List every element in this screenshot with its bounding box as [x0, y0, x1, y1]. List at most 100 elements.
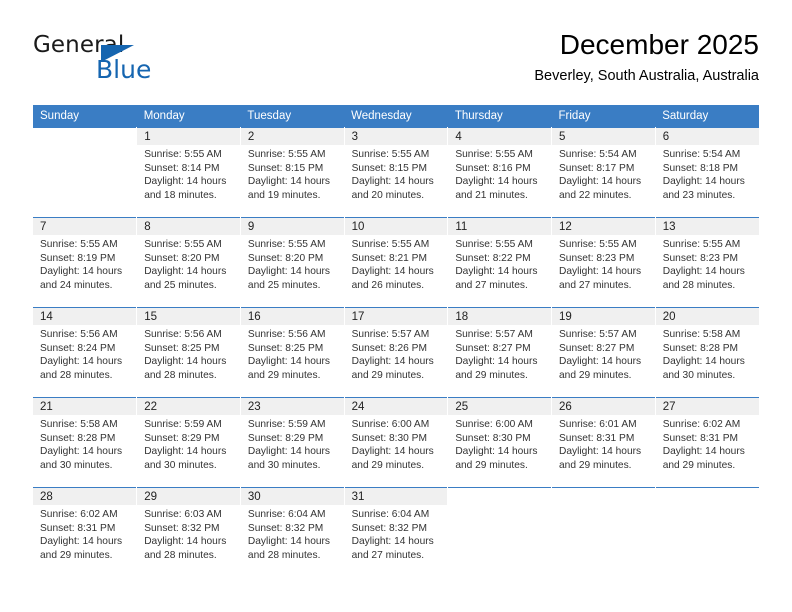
- day-cell-inner: 18 Sunrise: 5:57 AM Sunset: 8:27 PM Dayligh…: [448, 308, 552, 397]
- daylight-duration-line1: Daylight: 14 hours: [351, 536, 434, 548]
- daylight-duration-line2: and 22 minutes.: [559, 189, 632, 201]
- daylight-duration-line1: Daylight: 14 hours: [144, 266, 227, 278]
- calendar-day-cell[interactable]: 1 Sunrise: 5:55 AM Sunset: 8:14 PM Daylight…: [136, 127, 241, 218]
- calendar-day-cell[interactable]: 15 Sunrise: 5:56 AM Sunset: 8:25 PM Dayligh…: [136, 307, 241, 398]
- sunrise-time: Sunrise: 5:55 AM: [144, 149, 222, 160]
- calendar-day-cell[interactable]: 12 Sunrise: 5:55 AM Sunset: 8:23 PM Dayligh…: [551, 217, 656, 308]
- day-cell-inner: 11 Sunrise: 5:55 AM Sunset: 8:22 PM Dayligh…: [448, 218, 552, 307]
- day-cell-inner: 16 Sunrise: 5:56 AM Sunset: 8:25 PM Dayligh…: [240, 308, 344, 397]
- day-number: 31: [344, 488, 448, 505]
- day-details: [33, 145, 136, 148]
- sunrise-time: Sunrise: 5:55 AM: [247, 239, 326, 250]
- calendar-day-cell[interactable]: 20 Sunrise: 5:58 AM Sunset: 8:28 PM Dayligh…: [655, 307, 759, 398]
- day-number: 7: [33, 218, 137, 235]
- sunset-time: Sunset: 8:26 PM: [351, 342, 427, 354]
- day-cell-inner: [655, 488, 759, 577]
- calendar-day-cell[interactable]: 24 Sunrise: 6:00 AM Sunset: 8:30 PM Dayligh…: [344, 397, 449, 488]
- daylight-duration-line1: Daylight: 14 hours: [144, 356, 227, 368]
- day-number: 10: [344, 218, 448, 235]
- daylight-duration-line1: Daylight: 14 hours: [351, 176, 434, 188]
- weekday-header-sunday: Sunday: [33, 105, 137, 128]
- calendar-day-cell[interactable]: 31 Sunrise: 6:04 AM Sunset: 8:32 PM Dayligh…: [344, 487, 449, 577]
- daylight-duration-line2: and 30 minutes.: [662, 369, 736, 381]
- calendar-day-cell-empty: [655, 487, 759, 577]
- day-details: [656, 505, 759, 508]
- calendar-day-cell[interactable]: 13 Sunrise: 5:55 AM Sunset: 8:23 PM Dayligh…: [655, 217, 759, 308]
- sunset-time: Sunset: 8:23 PM: [559, 252, 635, 264]
- day-details: Sunrise: 5:56 AM Sunset: 8:25 PM Daylight:…: [241, 325, 344, 382]
- general-blue-logo[interactable]: General Blue: [33, 32, 333, 88]
- calendar-day-cell[interactable]: 10 Sunrise: 5:55 AM Sunset: 8:21 PM Dayligh…: [344, 217, 449, 308]
- calendar-day-cell[interactable]: 28 Sunrise: 6:02 AM Sunset: 8:31 PM Dayligh…: [33, 487, 138, 577]
- daylight-duration-line2: and 25 minutes.: [247, 279, 321, 291]
- calendar-day-cell[interactable]: 19 Sunrise: 5:57 AM Sunset: 8:27 PM Dayligh…: [551, 307, 656, 398]
- calendar-body: 1 Sunrise: 5:55 AM Sunset: 8:14 PM Daylight…: [33, 127, 759, 577]
- calendar-day-cell[interactable]: 16 Sunrise: 5:56 AM Sunset: 8:25 PM Dayligh…: [240, 307, 345, 398]
- calendar-day-cell[interactable]: 21 Sunrise: 5:58 AM Sunset: 8:28 PM Dayligh…: [33, 397, 138, 488]
- calendar-day-cell[interactable]: 18 Sunrise: 5:57 AM Sunset: 8:27 PM Dayligh…: [447, 307, 553, 398]
- calendar-day-cell[interactable]: 30 Sunrise: 6:04 AM Sunset: 8:32 PM Dayligh…: [240, 487, 345, 577]
- daylight-duration-line1: Daylight: 14 hours: [455, 266, 538, 278]
- day-number: 15: [137, 308, 240, 325]
- calendar-day-cell[interactable]: 3 Sunrise: 5:55 AM Sunset: 8:15 PM Daylight…: [344, 127, 449, 218]
- day-number: 25: [448, 398, 552, 415]
- daylight-duration-line2: and 18 minutes.: [144, 189, 217, 201]
- daylight-duration-line1: Daylight: 14 hours: [40, 356, 123, 368]
- calendar-grid: Sunday Monday Tuesday Wednesday Thursday…: [33, 105, 759, 577]
- day-number: 27: [655, 398, 759, 415]
- sunset-time: Sunset: 8:14 PM: [144, 162, 220, 174]
- day-cell-inner: 12 Sunrise: 5:55 AM Sunset: 8:23 PM Dayligh…: [552, 218, 655, 307]
- daylight-duration-line1: Daylight: 14 hours: [455, 356, 538, 368]
- sunrise-time: Sunrise: 5:55 AM: [40, 239, 118, 250]
- sunrise-time: Sunrise: 5:59 AM: [247, 419, 326, 430]
- day-number: [552, 488, 655, 505]
- calendar-day-cell[interactable]: 17 Sunrise: 5:57 AM Sunset: 8:26 PM Dayligh…: [344, 307, 449, 398]
- calendar-day-cell[interactable]: 26 Sunrise: 6:01 AM Sunset: 8:31 PM Dayligh…: [551, 397, 656, 488]
- day-number: 30: [240, 488, 344, 505]
- calendar-day-cell[interactable]: 4 Sunrise: 5:55 AM Sunset: 8:16 PM Daylight…: [447, 127, 553, 218]
- sunrise-time: Sunrise: 5:58 AM: [662, 329, 741, 340]
- weekday-header-tuesday: Tuesday: [240, 105, 345, 128]
- calendar-day-cell[interactable]: 23 Sunrise: 5:59 AM Sunset: 8:29 PM Dayligh…: [240, 397, 345, 488]
- day-cell-inner: 29 Sunrise: 6:03 AM Sunset: 8:32 PM Dayligh…: [137, 488, 240, 577]
- calendar-day-cell[interactable]: 27 Sunrise: 6:02 AM Sunset: 8:31 PM Dayligh…: [655, 397, 759, 488]
- day-cell-inner: 27 Sunrise: 6:02 AM Sunset: 8:31 PM Dayligh…: [655, 398, 759, 487]
- sunset-time: Sunset: 8:17 PM: [559, 162, 635, 174]
- sunrise-time: Sunrise: 6:04 AM: [351, 509, 430, 520]
- day-number: [33, 128, 137, 145]
- sunrise-time: Sunrise: 5:55 AM: [144, 239, 222, 250]
- calendar-week-row: 7 Sunrise: 5:55 AM Sunset: 8:19 PM Daylight…: [33, 217, 759, 308]
- daylight-duration-line1: Daylight: 14 hours: [351, 446, 434, 458]
- daylight-duration-line2: and 29 minutes.: [662, 459, 736, 471]
- calendar-day-cell[interactable]: 29 Sunrise: 6:03 AM Sunset: 8:32 PM Dayligh…: [136, 487, 241, 577]
- day-cell-inner: 7 Sunrise: 5:55 AM Sunset: 8:19 PM Daylight…: [33, 218, 137, 307]
- calendar-day-cell[interactable]: 5 Sunrise: 5:54 AM Sunset: 8:17 PM Daylight…: [551, 127, 656, 218]
- day-details: Sunrise: 5:57 AM Sunset: 8:26 PM Daylight:…: [345, 325, 448, 382]
- day-details: Sunrise: 5:55 AM Sunset: 8:22 PM Daylight:…: [448, 235, 551, 292]
- calendar-day-cell[interactable]: 9 Sunrise: 5:55 AM Sunset: 8:20 PM Daylight…: [240, 217, 345, 308]
- calendar-day-cell[interactable]: 2 Sunrise: 5:55 AM Sunset: 8:15 PM Daylight…: [240, 127, 345, 218]
- weekday-header-wednesday: Wednesday: [344, 105, 448, 128]
- daylight-duration-line2: and 30 minutes.: [40, 459, 113, 471]
- day-number: 16: [240, 308, 344, 325]
- daylight-duration-line2: and 27 minutes.: [559, 279, 632, 291]
- calendar-day-cell[interactable]: 22 Sunrise: 5:59 AM Sunset: 8:29 PM Dayligh…: [136, 397, 241, 488]
- calendar-day-cell[interactable]: 8 Sunrise: 5:55 AM Sunset: 8:20 PM Daylight…: [136, 217, 241, 308]
- calendar-day-cell[interactable]: 7 Sunrise: 5:55 AM Sunset: 8:19 PM Daylight…: [33, 217, 138, 308]
- calendar-week-row: 28 Sunrise: 6:02 AM Sunset: 8:31 PM Dayligh…: [33, 487, 759, 577]
- day-details: Sunrise: 5:57 AM Sunset: 8:27 PM Daylight:…: [448, 325, 551, 382]
- sunset-time: Sunset: 8:18 PM: [662, 162, 739, 174]
- day-details: Sunrise: 6:03 AM Sunset: 8:32 PM Daylight:…: [137, 505, 240, 562]
- day-cell-inner: 22 Sunrise: 5:59 AM Sunset: 8:29 PM Dayligh…: [137, 398, 240, 487]
- calendar-day-cell[interactable]: 14 Sunrise: 5:56 AM Sunset: 8:24 PM Dayligh…: [33, 307, 138, 398]
- calendar-day-cell[interactable]: 11 Sunrise: 5:55 AM Sunset: 8:22 PM Dayligh…: [447, 217, 553, 308]
- day-details: Sunrise: 5:55 AM Sunset: 8:14 PM Daylight:…: [137, 145, 240, 202]
- calendar-week-row: 21 Sunrise: 5:58 AM Sunset: 8:28 PM Dayligh…: [33, 397, 759, 488]
- calendar-day-cell[interactable]: 6 Sunrise: 5:54 AM Sunset: 8:18 PM Daylight…: [655, 127, 759, 218]
- day-cell-inner: 31 Sunrise: 6:04 AM Sunset: 8:32 PM Dayligh…: [344, 488, 448, 577]
- day-number: 8: [137, 218, 240, 235]
- daylight-duration-line2: and 26 minutes.: [351, 279, 425, 291]
- calendar-day-cell[interactable]: 25 Sunrise: 6:00 AM Sunset: 8:30 PM Dayligh…: [447, 397, 553, 488]
- day-number: 20: [655, 308, 759, 325]
- day-cell-inner: 21 Sunrise: 5:58 AM Sunset: 8:28 PM Dayligh…: [33, 398, 137, 487]
